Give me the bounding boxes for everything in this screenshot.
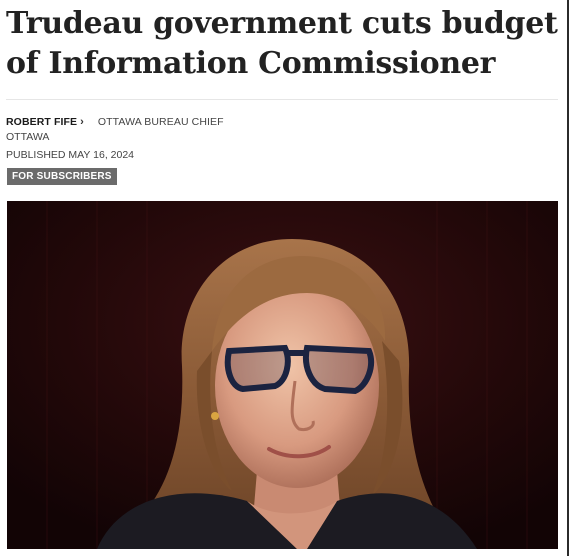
article-headline: Trudeau government cuts budget of Inform… [6, 6, 558, 81]
dateline: OTTAWA [6, 131, 50, 143]
author-link[interactable]: ROBERT FIFE › [6, 116, 84, 128]
portrait-illustration [7, 201, 558, 549]
author-name: ROBERT FIFE [6, 116, 78, 128]
article-photo [7, 201, 558, 549]
subscriber-badge: FOR SUBSCRIBERS [7, 168, 117, 185]
byline: ROBERT FIFE › OTTAWA BUREAU CHIEF [6, 114, 224, 130]
divider [6, 99, 558, 100]
author-role: OTTAWA BUREAU CHIEF [97, 116, 224, 128]
publish-date: PUBLISHED MAY 16, 2024 [6, 149, 135, 161]
chevron-right-icon: › [80, 116, 84, 128]
